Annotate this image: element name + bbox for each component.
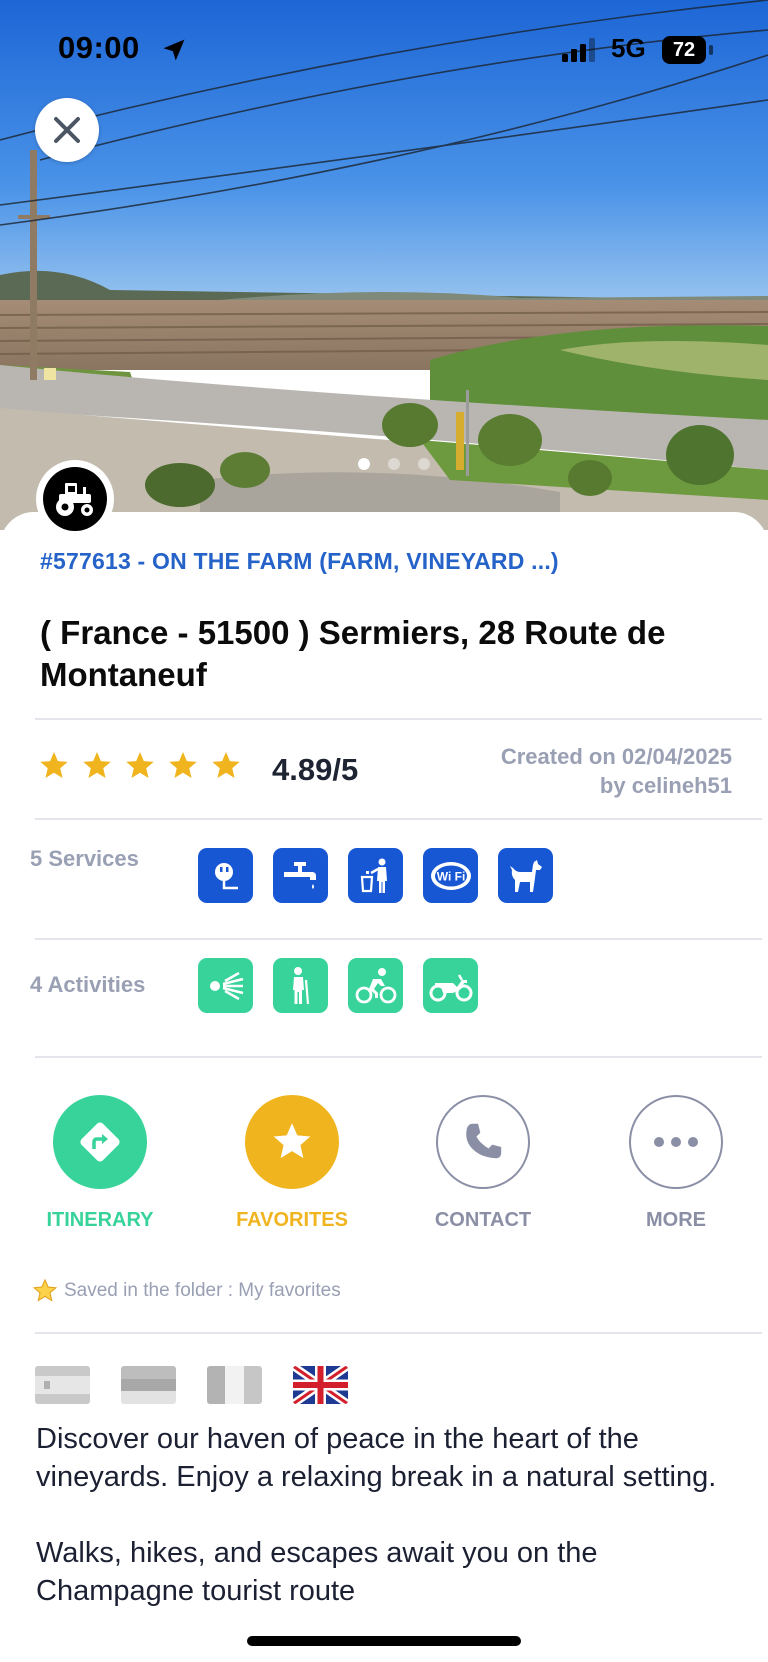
close-button[interactable] — [35, 98, 99, 162]
water-tap-icon — [283, 861, 316, 889]
saved-note[interactable]: Saved in the folder : My favorites — [32, 1278, 341, 1304]
divider — [35, 818, 762, 820]
more-dots-icon — [654, 1137, 698, 1147]
battery-level: 72 — [672, 39, 696, 61]
battery-icon: 72 — [662, 36, 714, 64]
language-flags — [35, 1366, 348, 1404]
rating-stars — [38, 750, 242, 782]
activity-motorbike[interactable] — [423, 958, 478, 1013]
carousel-dot[interactable] — [418, 458, 430, 470]
itinerary-label: ITINERARY — [46, 1209, 154, 1231]
star-icon — [169, 752, 197, 778]
trash-disposal-icon — [360, 858, 387, 893]
generic-flag-icon[interactable] — [121, 1366, 176, 1404]
created-date: Created on 02/04/2025 — [500, 744, 732, 769]
star-icon — [126, 752, 154, 778]
home-indicator[interactable] — [247, 1636, 521, 1646]
place-type-badge — [36, 460, 114, 538]
motorbike-icon — [429, 973, 472, 1001]
divider — [35, 1056, 762, 1058]
itinerary-button[interactable]: ITINERARY — [20, 1095, 180, 1232]
network-type: 5G — [611, 33, 646, 63]
favorites-button[interactable]: FAVORITES — [212, 1095, 372, 1232]
description-paragraph: Walks, hikes, and escapes await you on t… — [36, 1537, 598, 1607]
created-author[interactable]: by celineh51 — [501, 771, 732, 800]
service-water[interactable] — [273, 848, 328, 903]
divider — [35, 718, 762, 720]
more-label: MORE — [646, 1209, 706, 1231]
uk-flag-icon[interactable] — [293, 1366, 348, 1404]
cycling-icon — [355, 967, 396, 1003]
status-bar: 09:00 5G 72 — [0, 0, 768, 100]
carousel-dot[interactable] — [388, 458, 400, 470]
carousel-dot[interactable] — [358, 458, 370, 470]
service-electricity[interactable] — [198, 848, 253, 903]
saved-note-text: Saved in the folder : My favorites — [64, 1280, 341, 1301]
directions-icon — [80, 1122, 120, 1162]
spain-flag-icon[interactable] — [35, 1366, 90, 1404]
viewpoint-icon — [209, 971, 243, 1000]
description: Discover our haven of peace in the heart… — [36, 1420, 736, 1648]
cellular-signal-icon — [562, 38, 595, 62]
generic-vertical-flag-icon[interactable] — [207, 1366, 262, 1404]
service-pets[interactable] — [498, 848, 553, 903]
hiking-icon — [292, 966, 309, 1004]
status-time: 09:00 — [58, 30, 140, 65]
star-icon — [32, 1278, 58, 1302]
phone-icon — [466, 1123, 502, 1159]
page-title: ( France - 51500 ) Sermiers, 28 Route de… — [40, 614, 666, 693]
service-trash[interactable] — [348, 848, 403, 903]
place-category: #577613 - ON THE FARM (FARM, VINEYARD ..… — [40, 548, 559, 574]
contact-label: CONTACT — [434, 1209, 532, 1231]
description-paragraph: Discover our haven of peace in the heart… — [36, 1423, 717, 1493]
divider — [35, 938, 762, 940]
activity-cycling[interactable] — [348, 958, 403, 1013]
close-icon — [54, 117, 80, 143]
rating-value: 4.89/5 — [272, 752, 359, 787]
wifi-icon: Wi Fi — [430, 861, 471, 890]
activity-viewpoint[interactable] — [198, 958, 253, 1013]
activity-hiking[interactable] — [273, 958, 328, 1013]
contact-button[interactable]: CONTACT — [403, 1095, 563, 1232]
star-icon — [212, 752, 240, 778]
electricity-icon — [214, 862, 238, 889]
star-icon — [40, 752, 68, 778]
services-label: 5 Services — [30, 846, 139, 871]
star-icon — [83, 752, 111, 778]
carousel-indicator[interactable] — [358, 458, 430, 470]
services-list: Wi Fi — [198, 848, 553, 903]
location-arrow-icon — [163, 39, 185, 61]
divider — [35, 1332, 762, 1334]
created-info: Created on 02/04/2025 by celineh51 — [501, 742, 732, 800]
favorites-label: FAVORITES — [236, 1209, 348, 1231]
more-button[interactable]: MORE — [596, 1095, 756, 1232]
dog-icon — [509, 859, 542, 892]
svg-text:Wi Fi: Wi Fi — [436, 869, 465, 883]
activities-label: 4 Activities — [30, 972, 146, 997]
tractor-icon — [56, 483, 93, 516]
activities-list — [198, 958, 478, 1013]
star-icon — [273, 1123, 311, 1159]
action-bar: ITINERARY FAVORITES CONTACT MORE — [0, 1095, 768, 1235]
service-wifi[interactable]: Wi Fi — [423, 848, 478, 903]
